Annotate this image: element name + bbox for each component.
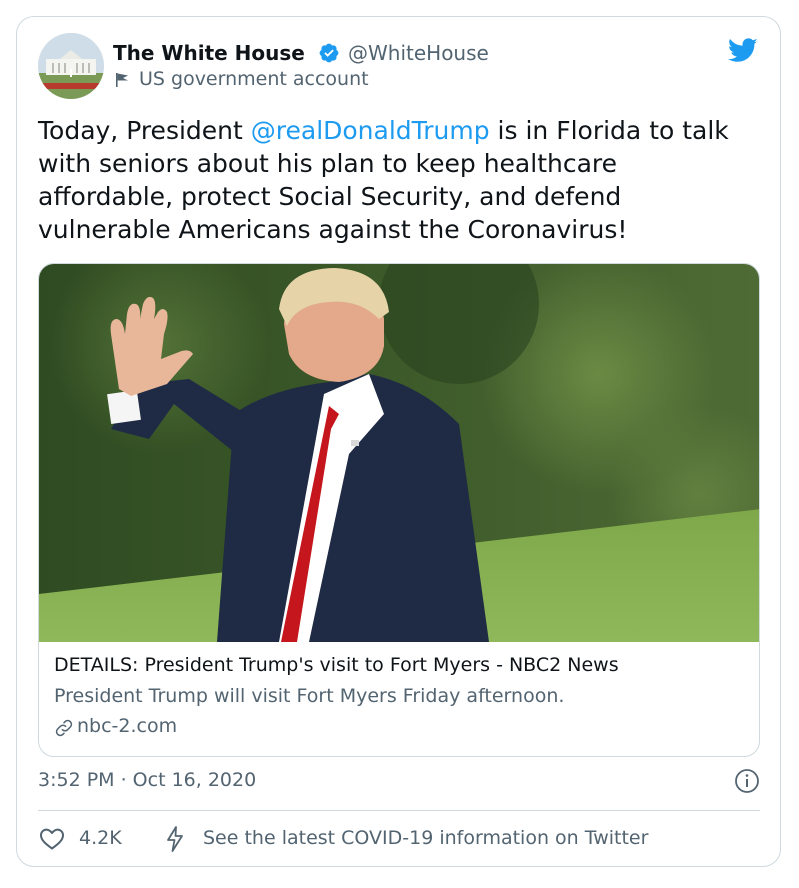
- author-name[interactable]: The White House: [113, 41, 305, 65]
- president-waving-photo[interactable]: [39, 264, 760, 642]
- account-label: US government account: [139, 68, 369, 90]
- tweet-text: Today, President @realDonaldTrump is in …: [38, 114, 758, 246]
- link-card-domain[interactable]: nbc-2.com: [77, 715, 177, 737]
- lightning-icon: [167, 826, 183, 852]
- government-flag-icon: [116, 73, 128, 87]
- tweet-timestamp[interactable]: 3:52 PM · Oct 16, 2020: [38, 769, 256, 791]
- heart-icon[interactable]: [39, 827, 65, 851]
- info-icon[interactable]: [734, 768, 760, 794]
- avatar[interactable]: [38, 33, 104, 99]
- covid-info-link[interactable]: See the latest COVID-19 information on T…: [203, 827, 648, 849]
- author-handle[interactable]: @WhiteHouse: [348, 41, 489, 65]
- tweet-text-part: Today, President: [38, 116, 251, 145]
- verified-badge-icon: [319, 43, 339, 63]
- link-card-description: President Trump will visit Fort Myers Fr…: [54, 685, 565, 707]
- link-preview-card[interactable]: DETAILS: President Trump's visit to Fort…: [38, 263, 760, 757]
- tweet-card[interactable]: The White House @WhiteHouse US governmen…: [16, 16, 781, 867]
- link-icon: [55, 719, 73, 737]
- link-card-title[interactable]: DETAILS: President Trump's visit to Fort…: [54, 654, 619, 676]
- divider: [38, 810, 760, 811]
- mention-link[interactable]: @realDonaldTrump: [251, 116, 490, 145]
- like-count[interactable]: 4.2K: [79, 827, 122, 849]
- twitter-bird-icon[interactable]: [726, 35, 760, 65]
